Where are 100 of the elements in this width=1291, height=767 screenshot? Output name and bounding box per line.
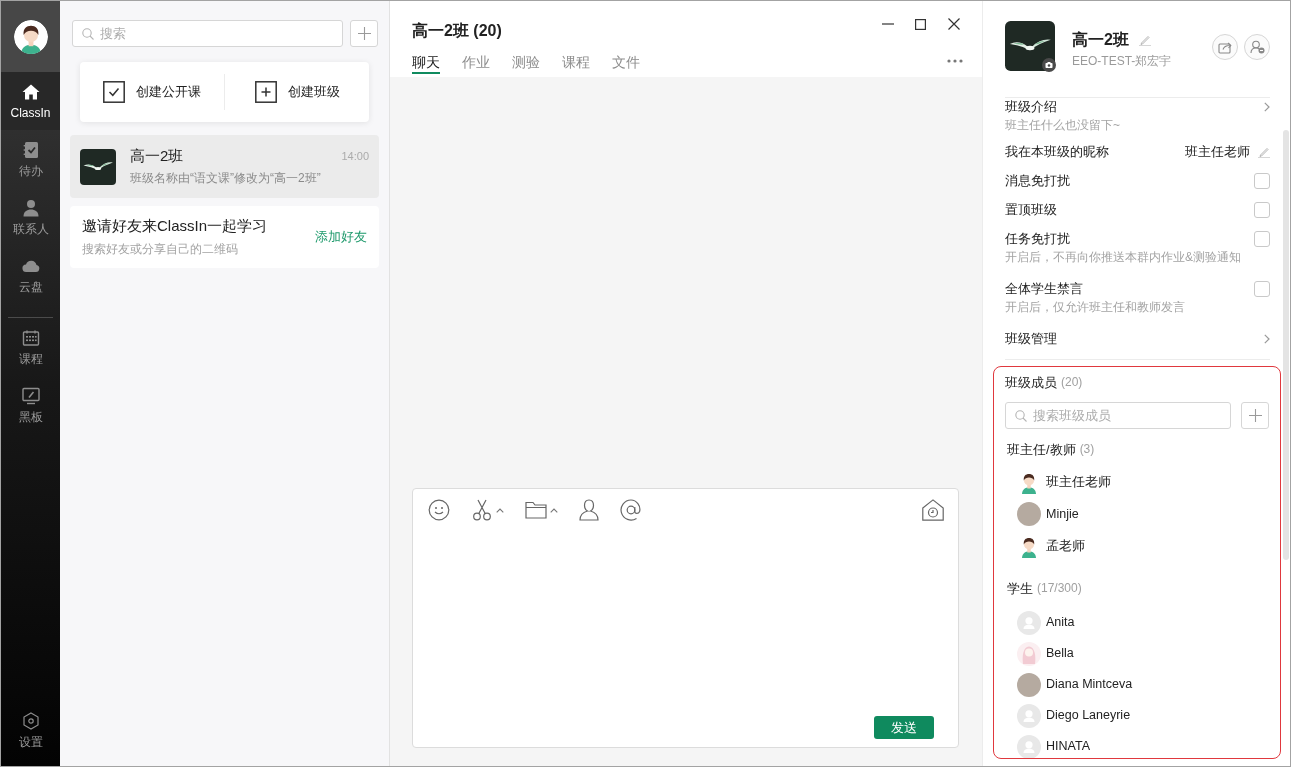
class-owner: EEO-TEST-郑宏宇 (1072, 53, 1172, 69)
sidebar-item[interactable]: ClassIn (1, 72, 60, 130)
send-button[interactable]: 发送 (874, 716, 934, 739)
caret-icon (496, 507, 504, 513)
long-hair-avatar-icon (1017, 641, 1041, 666)
checkbox[interactable] (1254, 172, 1270, 189)
emoji-button[interactable] (428, 499, 450, 521)
sidebar-item[interactable]: 待办 (1, 130, 60, 188)
monitor-pen-icon (20, 385, 41, 406)
scissors-icon (471, 499, 493, 521)
person-outline-icon (579, 499, 599, 521)
smiley-icon (428, 499, 450, 521)
search-field[interactable]: 搜索 (72, 20, 343, 47)
chevron-right-icon (1264, 101, 1270, 112)
contact-card-button[interactable] (579, 499, 599, 521)
person-icon (20, 197, 41, 218)
tab[interactable]: 课程 (562, 52, 590, 74)
setting-description: 班主任什么也没留下~ (1005, 117, 1121, 134)
group-count: (17/300) (1037, 580, 1082, 597)
sidebar-item[interactable]: 黑板 (1, 376, 60, 434)
plus-icon (1248, 409, 1262, 422)
checkbox[interactable] (1254, 280, 1270, 297)
setting-description: 开启后，仅允许班主任和教师发言 (1005, 299, 1186, 316)
class-name: 高一2班 (1072, 30, 1129, 50)
bird-avatar-icon (1005, 21, 1055, 71)
add-button[interactable] (350, 20, 378, 47)
setting-label: 任务免打扰 (1005, 230, 1070, 247)
add-member-button[interactable] (1241, 402, 1269, 429)
message-composer[interactable]: 发送 (412, 488, 959, 748)
member-count: (20) (1061, 374, 1083, 391)
bird-avatar-icon (80, 148, 116, 185)
folder-icon (525, 501, 547, 519)
tick-square-icon (103, 81, 125, 103)
setting-label: 班级管理 (1005, 330, 1057, 347)
group-title: 班主任/教师 (1007, 441, 1076, 458)
member-name: Diana Mintceva (1046, 676, 1133, 693)
checkbox[interactable] (1254, 230, 1270, 247)
invite-title: 邀请好友来ClassIn一起学习 (82, 216, 268, 236)
history-button[interactable] (922, 499, 944, 521)
share-icon (1218, 40, 1232, 54)
settings-button[interactable]: 设置 (1, 701, 60, 759)
conversation-item[interactable]: 高一2班 14:00 班级名称由“语文课”修改为“高一2班” (70, 135, 379, 198)
photo-placeholder (1017, 672, 1041, 697)
maximize-icon (915, 18, 926, 30)
setting-description: 开启后，不再向你推送本群内作业&测验通知 (1005, 249, 1242, 266)
chat-title: 高一2班 (20) (412, 21, 502, 41)
create-class-button[interactable]: 创建班级 (225, 62, 369, 122)
mention-button[interactable] (620, 499, 642, 521)
folder-button[interactable] (525, 501, 558, 519)
message-time: 14:00 (341, 148, 369, 164)
tab[interactable]: 测验 (512, 52, 540, 74)
setting-label: 我在本班级的昵称 (1005, 143, 1109, 160)
scrollbar[interactable] (1283, 130, 1289, 560)
member-search-field[interactable]: 搜索班级成员 (1005, 402, 1231, 429)
setting-label: 置顶班级 (1005, 201, 1057, 218)
caret-icon (550, 507, 558, 513)
invite-subtitle: 搜索好友或分享自己的二维码 (82, 241, 239, 258)
member-name: 班主任老师 (1046, 473, 1111, 491)
tab[interactable]: 文件 (612, 52, 640, 74)
default-avatar-icon (1017, 734, 1041, 758)
clock-tag-icon (922, 499, 944, 521)
tab[interactable]: 聊天 (412, 52, 440, 74)
pencil-icon (1138, 34, 1151, 46)
message-preview: 班级名称由“语文课”修改为“高一2班” (130, 170, 322, 187)
camera-icon (1042, 58, 1056, 72)
plus-icon (357, 27, 371, 40)
photo-placeholder (1017, 502, 1041, 526)
conversation-title: 高一2班 (130, 146, 184, 166)
member-name: Minjie (1046, 505, 1079, 523)
pencil-icon (1258, 145, 1270, 158)
minimize-icon (881, 23, 894, 25)
add-friend-link[interactable]: 添加好友 (315, 228, 367, 246)
member-manage-button[interactable] (1244, 34, 1270, 60)
member-name: Anita (1046, 614, 1075, 631)
group-title: 学生 (1007, 580, 1033, 597)
person-minus-icon (1249, 40, 1265, 54)
member-name: HINATA (1046, 738, 1090, 755)
tab[interactable]: 作业 (462, 52, 490, 74)
setting-label: 班级介绍 (1005, 98, 1057, 115)
at-sign-icon (620, 499, 642, 521)
more-icon (947, 59, 963, 63)
member-name: Diego Laneyrie (1046, 707, 1131, 724)
chevron-right-icon (1264, 333, 1270, 344)
sidebar-item[interactable]: 课程 (1, 318, 60, 376)
screenshot-button[interactable] (471, 499, 504, 521)
search-icon (1015, 409, 1027, 422)
section-title: 班级成员 (1005, 374, 1057, 391)
setting-label: 消息免打扰 (1005, 172, 1070, 189)
setting-label: 全体学生禁言 (1005, 280, 1083, 297)
sidebar-item[interactable]: 云盘 (1, 246, 60, 304)
close-icon (947, 18, 960, 30)
checkbox[interactable] (1254, 201, 1270, 218)
member-name: 孟老师 (1046, 537, 1085, 555)
member-name: Bella (1046, 645, 1074, 662)
settings-icon (20, 710, 41, 731)
create-open-class-button[interactable]: 创建公开课 (80, 62, 224, 122)
user-avatar-icon (13, 19, 48, 54)
plus-square-icon (254, 81, 277, 103)
share-button[interactable] (1212, 34, 1238, 60)
sidebar-item[interactable]: 联系人 (1, 188, 60, 246)
